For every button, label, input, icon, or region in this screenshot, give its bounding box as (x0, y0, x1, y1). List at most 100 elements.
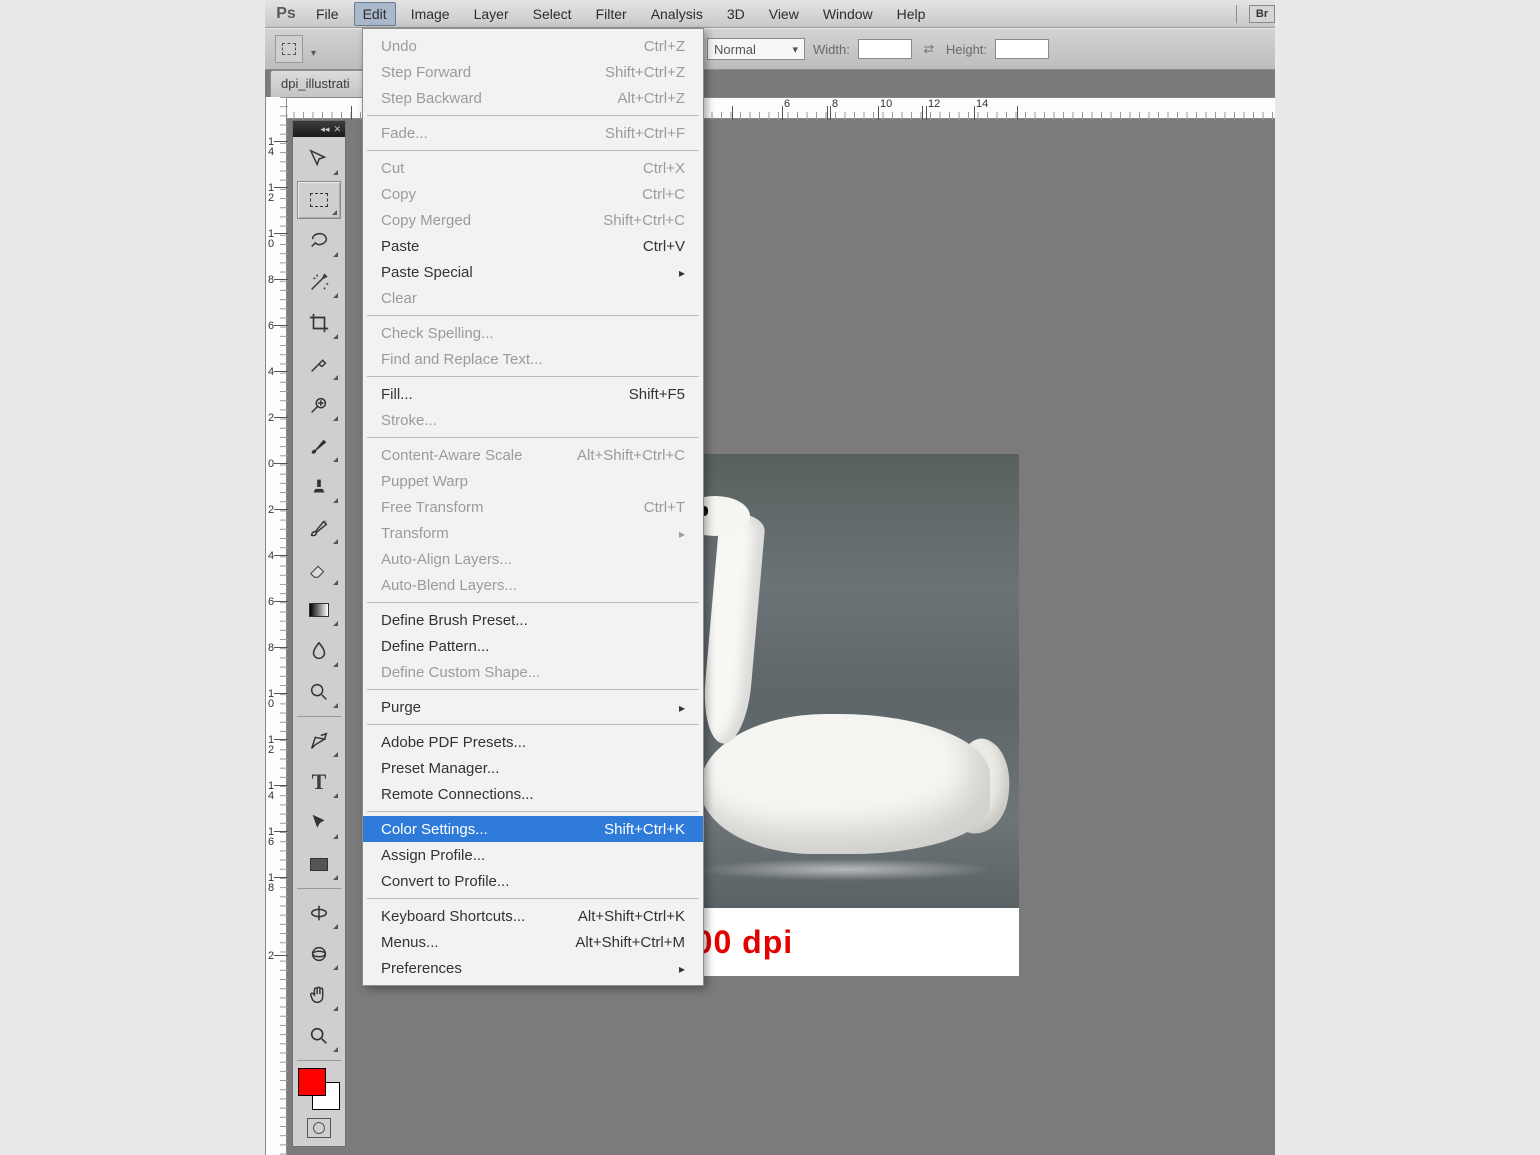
menu-item-fade: Fade... Shift+Ctrl+F (363, 120, 703, 146)
tool-preset-dropdown-icon[interactable] (311, 44, 321, 54)
pen-tool-icon[interactable] (297, 722, 341, 760)
menu-item-auto-blend-layers: Auto-Blend Layers... (363, 572, 703, 598)
menu-item-convert-to-profile[interactable]: Convert to Profile... (363, 868, 703, 894)
menu-item-keyboard-shortcuts[interactable]: Keyboard Shortcuts...Alt+Shift+Ctrl+K (363, 903, 703, 929)
menu-view[interactable]: View (760, 2, 808, 26)
crop-tool-icon[interactable] (297, 304, 341, 342)
menu-item-step-backward: Step BackwardAlt+Ctrl+Z (363, 85, 703, 111)
dodge-tool-icon[interactable] (297, 673, 341, 711)
menu-item-label: Paste (381, 238, 419, 255)
style-dropdown[interactable]: Normal ▾ (707, 38, 805, 60)
menu-file[interactable]: File (307, 2, 348, 26)
menu-item-label: Auto-Blend Layers... (381, 577, 517, 594)
menu-window[interactable]: Window (814, 2, 882, 26)
menu-item-step-forward: Step ForwardShift+Ctrl+Z (363, 59, 703, 85)
blur-tool-icon[interactable] (297, 632, 341, 670)
menu-item-define-brush-preset[interactable]: Define Brush Preset... (363, 607, 703, 633)
3d-orbit-tool-icon[interactable] (297, 935, 341, 973)
menu-item-label: Adobe PDF Presets... (381, 734, 526, 751)
close-icon[interactable]: ✕ (333, 125, 341, 134)
eyedropper-tool-icon[interactable] (297, 345, 341, 383)
submenu-arrow-icon (679, 264, 685, 281)
collapse-icon[interactable]: ◂◂ (320, 125, 329, 134)
zoom-tool-icon[interactable] (297, 1017, 341, 1055)
menu-separator (367, 376, 699, 377)
menu-separator (367, 811, 699, 812)
menu-item-fill[interactable]: Fill...Shift+F5 (363, 381, 703, 407)
brush-tool-icon[interactable] (297, 427, 341, 465)
document-tab[interactable]: dpi_illustrati (270, 70, 365, 97)
move-tool-icon[interactable] (297, 140, 341, 178)
menu-item-label: Purge (381, 699, 421, 716)
path-select-tool-icon[interactable] (297, 804, 341, 842)
menu-image[interactable]: Image (402, 2, 459, 26)
menu-item-shortcut: Shift+Ctrl+K (604, 821, 685, 838)
clone-stamp-tool-icon[interactable] (297, 468, 341, 506)
menu-item-label: Free Transform (381, 499, 484, 516)
magic-wand-tool-icon[interactable] (297, 263, 341, 301)
menu-item-remote-connections[interactable]: Remote Connections... (363, 781, 703, 807)
menu-item-label: Transform (381, 525, 449, 542)
history-brush-tool-icon[interactable] (297, 509, 341, 547)
menu-item-preferences[interactable]: Preferences (363, 955, 703, 981)
type-tool-icon[interactable]: T (297, 763, 341, 801)
menu-separator (367, 437, 699, 438)
bridge-button[interactable]: Br (1249, 5, 1275, 23)
rectangle-tool-icon[interactable] (297, 845, 341, 883)
3d-rotate-tool-icon[interactable] (297, 894, 341, 932)
menu-item-purge[interactable]: Purge (363, 694, 703, 720)
menu-item-label: Undo (381, 38, 417, 55)
menu-item-label: Fade... (381, 125, 428, 142)
toolbox-header[interactable]: ◂◂ ✕ (293, 121, 345, 137)
eraser-tool-icon[interactable] (297, 550, 341, 588)
menu-item-stroke: Stroke... (363, 407, 703, 433)
menu-item-shortcut: Alt+Shift+Ctrl+M (575, 934, 685, 951)
menu-item-adobe-pdf-presets[interactable]: Adobe PDF Presets... (363, 729, 703, 755)
width-input[interactable] (858, 39, 912, 59)
menu-item-shortcut: Alt+Shift+Ctrl+C (577, 447, 685, 464)
quick-mask-icon[interactable] (307, 1118, 331, 1138)
menu-item-label: Check Spelling... (381, 325, 494, 342)
menu-3d[interactable]: 3D (718, 2, 754, 26)
menu-separator (367, 689, 699, 690)
swap-dimensions-icon[interactable]: ⇄ (920, 40, 938, 58)
height-input[interactable] (995, 39, 1049, 59)
menu-separator (367, 898, 699, 899)
menu-edit[interactable]: Edit (354, 2, 396, 26)
marquee-tool-icon[interactable] (297, 181, 341, 219)
menu-select[interactable]: Select (524, 2, 581, 26)
menu-item-define-pattern[interactable]: Define Pattern... (363, 633, 703, 659)
spot-heal-tool-icon[interactable] (297, 386, 341, 424)
submenu-arrow-icon (679, 699, 685, 716)
menu-separator (367, 150, 699, 151)
menu-item-assign-profile[interactable]: Assign Profile... (363, 842, 703, 868)
foreground-color-swatch[interactable] (298, 1068, 326, 1096)
menu-item-menus[interactable]: Menus... Alt+Shift+Ctrl+M (363, 929, 703, 955)
menu-item-paste-special[interactable]: Paste Special (363, 259, 703, 285)
menu-item-label: Keyboard Shortcuts... (381, 908, 525, 925)
menu-item-shortcut: Shift+Ctrl+F (605, 125, 685, 142)
menu-item-transform: Transform (363, 520, 703, 546)
color-swatches[interactable] (296, 1066, 342, 1112)
gradient-tool-icon[interactable] (297, 591, 341, 629)
submenu-arrow-icon (679, 525, 685, 542)
toolbox-panel: ◂◂ ✕ (292, 120, 346, 1147)
menu-item-shortcut: Ctrl+T (644, 499, 685, 516)
menu-item-label: Puppet Warp (381, 473, 468, 490)
menu-item-color-settings[interactable]: Color Settings...Shift+Ctrl+K (363, 816, 703, 842)
menu-item-copy: CopyCtrl+C (363, 181, 703, 207)
menu-item-label: Define Custom Shape... (381, 664, 540, 681)
menu-help[interactable]: Help (888, 2, 935, 26)
menu-item-label: Stroke... (381, 412, 437, 429)
menu-separator (1236, 5, 1237, 23)
hand-tool-icon[interactable] (297, 976, 341, 1014)
current-tool-icon[interactable] (275, 35, 303, 63)
menu-filter[interactable]: Filter (587, 2, 636, 26)
menu-layer[interactable]: Layer (465, 2, 518, 26)
menu-item-label: Find and Replace Text... (381, 351, 542, 368)
menu-analysis[interactable]: Analysis (642, 2, 712, 26)
menu-item-paste[interactable]: PasteCtrl+V (363, 233, 703, 259)
menu-item-label: Menus... (381, 934, 439, 951)
lasso-tool-icon[interactable] (297, 222, 341, 260)
menu-item-preset-manager[interactable]: Preset Manager... (363, 755, 703, 781)
